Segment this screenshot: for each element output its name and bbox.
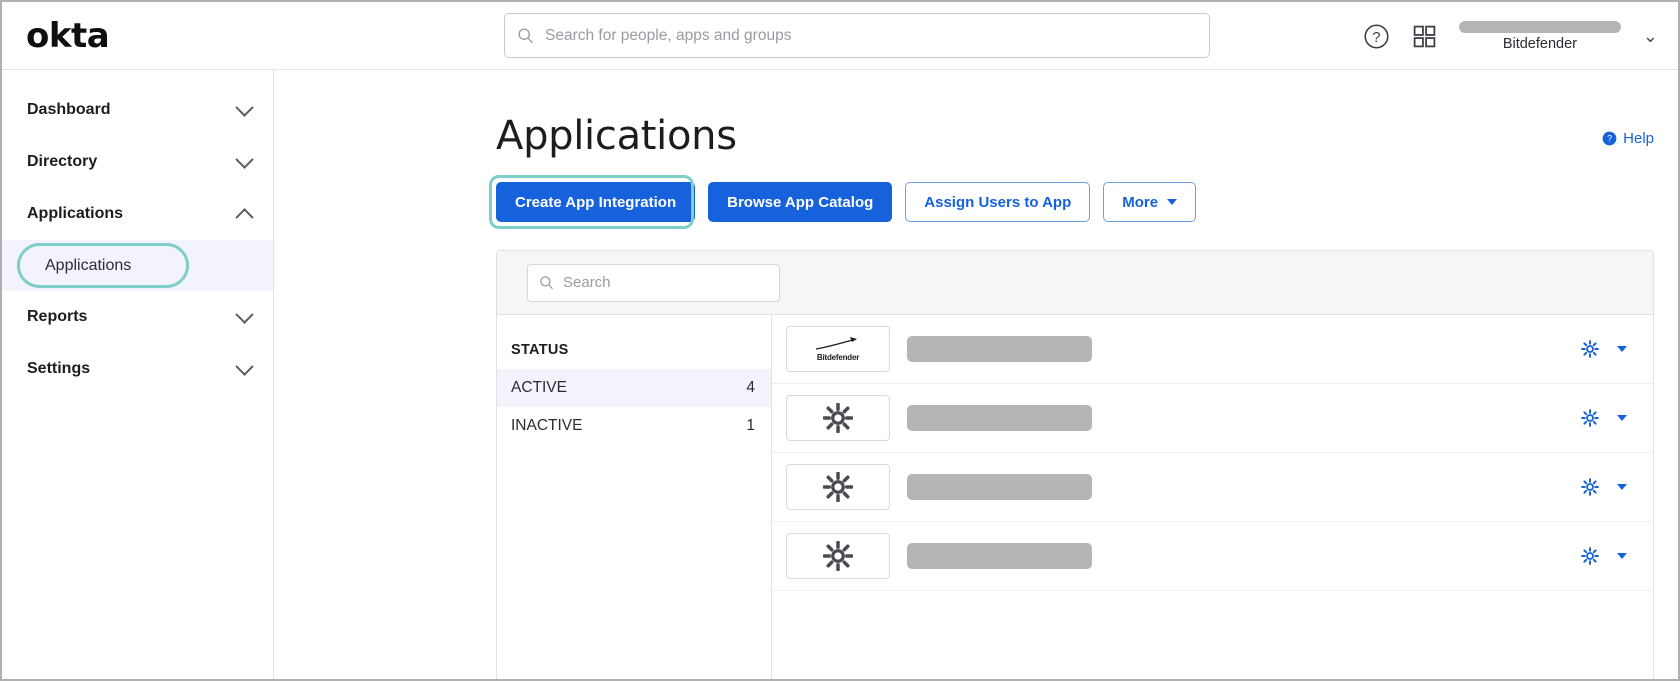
gear-icon xyxy=(823,403,853,433)
status-column-header: STATUS xyxy=(497,331,771,369)
app-logo-tile xyxy=(786,464,890,510)
sidebar-item-label: Settings xyxy=(27,360,90,378)
caret-down-icon[interactable] xyxy=(1617,346,1627,352)
sidebar-item-applications[interactable]: Applications xyxy=(2,188,273,240)
row-actions xyxy=(1581,478,1627,496)
app-logo-tile xyxy=(786,395,890,441)
chevron-down-icon xyxy=(235,150,253,168)
applications-rows: Bitdefender xyxy=(772,315,1653,679)
create-app-integration-button[interactable]: Create App Integration xyxy=(496,182,695,222)
app-name-redacted xyxy=(907,336,1092,362)
okta-admin-console: okta Search for people, apps and groups … xyxy=(0,0,1680,681)
status-filter-inactive[interactable]: INACTIVE 1 xyxy=(497,407,771,445)
okta-logo[interactable]: okta xyxy=(26,19,109,53)
gear-icon[interactable] xyxy=(1581,547,1599,565)
status-label: INACTIVE xyxy=(511,417,582,435)
action-button-row: Create App Integration Browse App Catalo… xyxy=(496,182,1196,222)
org-name-label: Bitdefender xyxy=(1503,36,1577,52)
search-icon xyxy=(539,275,554,290)
header-actions: ? Bitdefender ⌄ xyxy=(1363,2,1658,70)
row-actions xyxy=(1581,340,1627,358)
gear-icon[interactable] xyxy=(1581,409,1599,427)
chevron-down-icon xyxy=(235,98,253,116)
chevron-down-icon xyxy=(235,305,253,323)
sidebar-item-label: Directory xyxy=(27,153,97,171)
help-link[interactable]: ? Help xyxy=(1602,130,1654,147)
question-circle-icon[interactable]: ? xyxy=(1363,23,1390,50)
sidebar-item-label: Dashboard xyxy=(27,101,111,119)
applications-search-placeholder: Search xyxy=(563,274,611,291)
sidebar-item-label: Reports xyxy=(27,308,87,326)
app-logo-tile xyxy=(786,533,890,579)
applications-list-card: Search STATUS ACTIVE 4 INACTIVE 1 xyxy=(496,250,1654,679)
console-body: Dashboard Directory Applications Applica… xyxy=(2,70,1678,679)
bitdefender-logo-icon: Bitdefender xyxy=(812,336,864,362)
chevron-up-icon xyxy=(235,208,253,226)
svg-text:?: ? xyxy=(1372,30,1380,46)
sidebar-subitem-applications[interactable]: Applications xyxy=(2,240,273,291)
row-actions xyxy=(1581,409,1627,427)
caret-down-icon[interactable] xyxy=(1617,553,1627,559)
card-toolbar: Search xyxy=(497,251,1653,315)
card-body: STATUS ACTIVE 4 INACTIVE 1 xyxy=(497,315,1653,679)
help-circle-icon: ? xyxy=(1602,131,1617,146)
help-link-label: Help xyxy=(1623,130,1654,147)
status-filter-column: STATUS ACTIVE 4 INACTIVE 1 xyxy=(497,315,772,679)
applications-search-input[interactable]: Search xyxy=(527,264,780,302)
gear-icon xyxy=(823,472,853,502)
app-logo-tile: Bitdefender xyxy=(786,326,890,372)
global-search-placeholder: Search for people, apps and groups xyxy=(545,27,791,45)
status-count: 4 xyxy=(746,379,755,397)
gear-icon[interactable] xyxy=(1581,478,1599,496)
bitdefender-wordmark: Bitdefender xyxy=(817,353,859,362)
top-header-bar: okta Search for people, apps and groups … xyxy=(2,2,1678,70)
table-row[interactable] xyxy=(772,522,1653,591)
status-count: 1 xyxy=(746,417,755,435)
sidebar-item-reports[interactable]: Reports xyxy=(2,291,273,343)
account-email-redacted xyxy=(1459,21,1621,33)
caret-down-icon xyxy=(1167,199,1177,205)
sidebar-item-label: Applications xyxy=(27,205,123,223)
page-title: Applications xyxy=(496,113,737,159)
more-button[interactable]: More xyxy=(1103,182,1196,222)
sidebar-item-directory[interactable]: Directory xyxy=(2,136,273,188)
gear-icon xyxy=(823,541,853,571)
table-row[interactable] xyxy=(772,384,1653,453)
assign-users-to-app-button[interactable]: Assign Users to App xyxy=(905,182,1090,222)
browse-app-catalog-button[interactable]: Browse App Catalog xyxy=(708,182,892,222)
org-account-menu[interactable]: Bitdefender xyxy=(1459,21,1621,52)
gear-icon[interactable] xyxy=(1581,340,1599,358)
more-button-label: More xyxy=(1122,194,1158,211)
sidebar-item-settings[interactable]: Settings xyxy=(2,343,273,395)
global-search-input[interactable]: Search for people, apps and groups xyxy=(504,13,1210,58)
svg-text:?: ? xyxy=(1607,134,1612,144)
sidebar-item-dashboard[interactable]: Dashboard xyxy=(2,84,273,136)
table-row[interactable] xyxy=(772,453,1653,522)
left-sidebar-nav: Dashboard Directory Applications Applica… xyxy=(2,70,274,679)
caret-down-icon[interactable] xyxy=(1617,415,1627,421)
status-label: ACTIVE xyxy=(511,379,567,397)
app-name-redacted xyxy=(907,405,1092,431)
caret-down-icon[interactable] xyxy=(1617,484,1627,490)
status-filter-active[interactable]: ACTIVE 4 xyxy=(497,369,771,407)
main-content: Applications ? Help Create App Integrati… xyxy=(274,70,1678,679)
app-name-redacted xyxy=(907,543,1092,569)
chevron-down-icon[interactable]: ⌄ xyxy=(1643,27,1658,45)
row-actions xyxy=(1581,547,1627,565)
table-row[interactable]: Bitdefender xyxy=(772,315,1653,384)
app-switcher-grid-icon[interactable] xyxy=(1412,24,1437,49)
sidebar-subitem-label: Applications xyxy=(45,257,131,275)
search-icon xyxy=(517,27,534,44)
app-name-redacted xyxy=(907,474,1092,500)
chevron-down-icon xyxy=(235,357,253,375)
